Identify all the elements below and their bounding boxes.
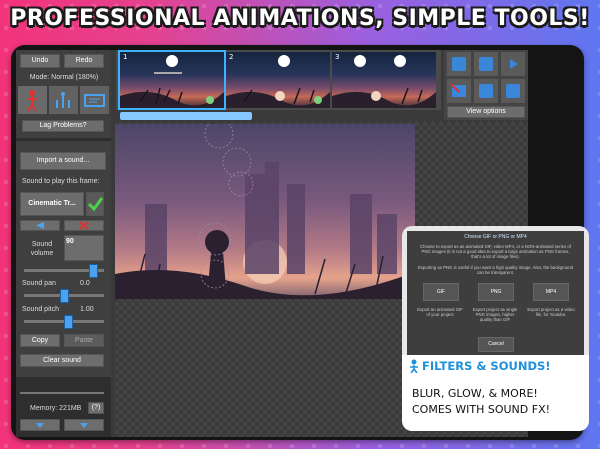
delete-sound-button[interactable] [64, 220, 104, 231]
volume-label: Sound volume [30, 241, 54, 257]
frame-preview-1 [120, 55, 224, 108]
close-icon [79, 221, 89, 230]
export-png-button[interactable]: PNG [478, 283, 514, 301]
gif-description: Export an animated GIF of your project [417, 307, 463, 318]
export-dialog-panel: Choose GIF or PNG or MP4 Choose to expor… [407, 231, 584, 359]
scroll-down-button[interactable] [20, 419, 60, 431]
copy-frame-button[interactable] [474, 79, 498, 103]
undo-button[interactable]: Undo [20, 54, 60, 68]
play-button[interactable] [501, 52, 525, 76]
play-icon [510, 59, 518, 69]
promo-card: FILTERS & SOUNDS! BLUR, GLOW, & MORE! CO… [402, 355, 589, 431]
right-panel: View options [444, 50, 528, 120]
frame-preview-2 [226, 55, 330, 108]
help-button[interactable]: (?) [88, 402, 104, 414]
memory-label: Memory: 221MB [30, 405, 82, 412]
pan-slider[interactable] [24, 289, 104, 303]
stick-figure-icon [27, 90, 37, 112]
trash-icon [506, 84, 520, 98]
frame-preview-3 [332, 55, 436, 108]
import-sound-button[interactable]: Import a sound... [20, 152, 106, 170]
stick-figure-tool[interactable] [18, 86, 47, 114]
pan-knob[interactable] [60, 289, 69, 303]
pitch-slider[interactable] [24, 315, 104, 329]
dialog-title: Choose GIF or PNG or MP4 [464, 234, 527, 240]
lag-problems-button[interactable]: Lag Problems? [22, 120, 104, 132]
promo-line-2: COMES WITH SOUND FX! [412, 403, 551, 416]
mp4-description: Export project as a video file, for Yout… [527, 307, 575, 318]
layers-icon [452, 57, 466, 71]
promo-line-1: BLUR, GLOW, & MORE! [412, 387, 538, 400]
frame-thumbnail[interactable]: 3 [332, 52, 436, 108]
sound-select[interactable]: Cinematic Tr... [20, 192, 84, 216]
onion-skin-button[interactable] [447, 52, 471, 76]
volume-knob[interactable] [88, 264, 98, 278]
redo-button[interactable]: Redo [64, 54, 104, 68]
delete-frame-icon [450, 83, 466, 97]
copy-button[interactable]: Copy [20, 334, 60, 347]
stick-figure-icon [410, 359, 418, 373]
frame-strip: 1 2 3 [116, 50, 441, 110]
export-gif-button[interactable]: GIF [423, 283, 459, 301]
play-sound-button[interactable] [20, 220, 60, 231]
trash-button[interactable] [501, 79, 525, 103]
paste-button[interactable]: Paste [64, 334, 104, 347]
dialog-desc-1: Choose to export as an animated GIF, vid… [420, 244, 571, 260]
dialog-desc-2: Exporting as PNG is useful if you want a… [417, 265, 573, 276]
duplicate-frame-button[interactable] [474, 52, 498, 76]
arrow-down-icon [80, 423, 88, 428]
frame-thumbnail[interactable]: 1 [118, 50, 226, 110]
volume-slider[interactable] [24, 264, 104, 278]
pitch-knob[interactable] [63, 315, 73, 329]
promo-heading: FILTERS & SOUNDS! [422, 359, 551, 373]
animation-stage[interactable] [115, 124, 415, 299]
mode-label: Mode: Normal (180%) [29, 74, 99, 81]
delete-frame-button[interactable] [447, 79, 471, 103]
promo-headline: PROFESSIONAL ANIMATIONS, SIMPLE TOOLS! [10, 6, 590, 31]
frame-thumbnail[interactable]: 2 [226, 52, 330, 108]
timeline-scrubber[interactable] [120, 112, 252, 120]
copy-icon [479, 84, 493, 98]
stage-artwork [115, 124, 415, 299]
frame-icon [84, 94, 105, 107]
arrow-left-icon [36, 222, 44, 229]
left-panel: Undo Redo Mode: Normal (180%) Lag Proble… [16, 50, 111, 437]
divider [20, 392, 104, 394]
volume-input[interactable]: 90 [64, 235, 104, 261]
png-description: Export project as single PNG images, hig… [472, 307, 518, 323]
clear-sound-button[interactable]: Clear sound [20, 354, 104, 367]
arrow-down-icon [36, 423, 44, 428]
view-options-button[interactable]: View options [447, 106, 525, 118]
pan-value: 0.0 [80, 280, 90, 287]
sound-label: Sound to play this frame: [22, 178, 100, 185]
group-tool[interactable] [49, 86, 78, 114]
pitch-label: Sound pitch [22, 306, 59, 313]
checkmark-icon [87, 197, 104, 212]
scroll-up-button[interactable] [64, 419, 104, 431]
pan-label: Sound pan [22, 280, 56, 287]
frame-tool[interactable] [80, 86, 109, 114]
confirm-sound-button[interactable] [86, 192, 104, 216]
duplicate-icon [479, 57, 493, 71]
export-mp4-button[interactable]: MP4 [533, 283, 569, 301]
group-icon [56, 92, 70, 108]
export-dialog: Choose GIF or PNG or MP4 Choose to expor… [402, 226, 589, 366]
cancel-button[interactable]: Cancel [478, 337, 514, 352]
divider [16, 138, 111, 141]
pitch-value: 1.00 [80, 306, 94, 313]
